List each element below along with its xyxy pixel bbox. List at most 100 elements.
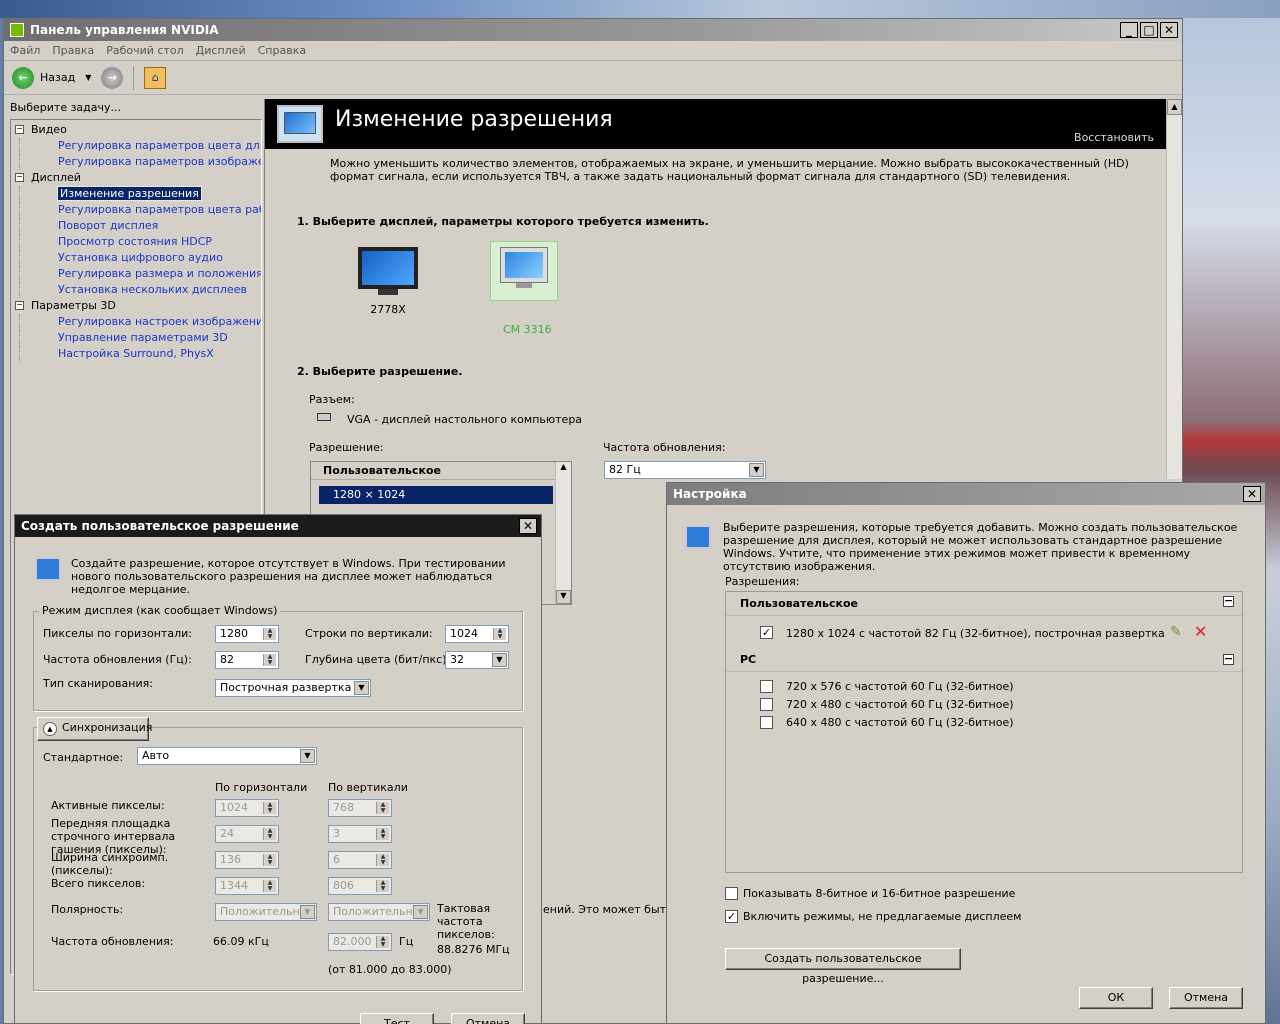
collapse-icon[interactable]: − [15, 301, 24, 310]
resolution-item-selected[interactable]: 1280 × 1024 [319, 486, 553, 504]
home-icon[interactable]: ⌂ [144, 66, 167, 89]
menu-help[interactable]: Справка [258, 44, 306, 57]
tree-item[interactable]: Регулировка параметров изображения д [19, 154, 261, 170]
timing-vertical-input[interactable]: 6 ▲ ▼ [328, 851, 392, 869]
spinner-icon[interactable]: ▲ ▼ [376, 854, 389, 866]
close-button[interactable]: ✕ [519, 518, 537, 534]
tree-item[interactable]: Настройка Surround, PhysX [19, 346, 261, 362]
minimize-button[interactable]: _ [1120, 22, 1138, 38]
tree-item[interactable]: Регулировка параметров цвета для вид [19, 138, 261, 154]
timing-horizontal-input[interactable]: 1024 ▲ ▼ [215, 799, 279, 817]
spinner-icon[interactable]: ▲ ▼ [263, 628, 276, 640]
color-depth-select[interactable]: 32 ▼ [445, 651, 509, 669]
pc-item-checkbox[interactable] [760, 680, 773, 693]
scan-type-select[interactable]: Построчная развертка ▼ [215, 679, 371, 697]
tree-item[interactable]: Управление параметрами 3D [19, 330, 261, 346]
menu-file[interactable]: Файл [10, 44, 40, 57]
enable-modes-checkbox[interactable]: ✓ [725, 910, 738, 923]
collapse-icon[interactable]: − [15, 173, 24, 182]
pc-item-checkbox[interactable] [760, 698, 773, 711]
tree-item[interactable]: Регулировка размера и положения рабо [19, 266, 261, 282]
timing-horizontal-input[interactable]: 136 ▲ ▼ [215, 851, 279, 869]
polarity-v-select[interactable]: Положительная ▼ [328, 903, 430, 921]
spinner-icon[interactable]: ▲ ▼ [376, 828, 389, 840]
tree-group[interactable]: − Параметры 3D [11, 298, 261, 314]
h-pixels-input[interactable]: 1280 ▲ ▼ [215, 625, 279, 643]
spinner-icon[interactable]: ▲ ▼ [263, 854, 276, 866]
freq-v-input[interactable]: 82.000 ▲ ▼ [328, 933, 392, 951]
timing-value: 1344 [220, 879, 248, 892]
close-button[interactable]: ✕ [1243, 486, 1261, 502]
standard-value: Авто [142, 749, 170, 762]
info-monitor-icon [685, 525, 711, 549]
tree-item[interactable]: Установка нескольких дисплеев [19, 282, 261, 298]
collapse-icon[interactable]: − [15, 125, 24, 134]
scrollbar-vertical[interactable]: ▲ [1166, 99, 1182, 479]
tree-item[interactable]: Установка цифрового аудио [19, 250, 261, 266]
tree-item[interactable]: Поворот дисплея [19, 218, 261, 234]
test-button[interactable]: Тест [360, 1013, 434, 1024]
maximize-button[interactable]: □ [1140, 22, 1158, 38]
forward-arrow-icon[interactable]: → [101, 66, 124, 89]
display-label-2778x: 2778X [370, 303, 406, 316]
show-8-16bit-checkbox[interactable] [725, 887, 738, 900]
tree-item[interactable]: Регулировка параметров цвета рабочег [19, 202, 261, 218]
spinner-icon[interactable]: ▲ ▼ [263, 828, 276, 840]
scan-type-label: Тип сканирования: [43, 677, 153, 690]
v-lines-input[interactable]: 1024 ▲ ▼ [445, 625, 509, 643]
delete-icon[interactable]: ✕ [1194, 622, 1207, 641]
ok-button[interactable]: ОК [1079, 987, 1153, 1009]
timing-vertical-input[interactable]: 768 ▲ ▼ [328, 799, 392, 817]
pc-item-checkbox[interactable] [760, 716, 773, 729]
collapse-icon[interactable]: − [1223, 595, 1234, 607]
tree-item[interactable]: Изменение разрешения [19, 186, 261, 202]
spinner-icon[interactable]: ▲ ▼ [263, 880, 276, 892]
timing-horizontal-input[interactable]: 1344 ▲ ▼ [215, 877, 279, 895]
tree-group[interactable]: − Дисплей [11, 170, 261, 186]
timing-value: 136 [220, 853, 241, 866]
pc-item-label: 640 x 480 с частотой 60 Гц (32-битное) [786, 716, 1014, 729]
cancel-button[interactable]: Отмена [1169, 987, 1243, 1009]
display-cm3316[interactable] [490, 241, 558, 301]
spinner-icon[interactable]: ▲ ▼ [493, 628, 506, 640]
polarity-h-select[interactable]: Положительная ▼ [215, 903, 317, 921]
refresh-rate-select[interactable]: 82 Гц ▼ [604, 461, 766, 479]
back-button-label[interactable]: Назад [40, 71, 75, 84]
spinner-icon[interactable]: ▲ ▼ [263, 654, 276, 666]
freq-v-value: 82.000 [333, 935, 372, 948]
spinner-icon[interactable]: ▲ ▼ [263, 802, 276, 814]
spinner-icon[interactable]: ▲ ▼ [376, 880, 389, 892]
collapse-icon[interactable]: − [1223, 653, 1234, 665]
create-custom-resolution-button[interactable]: Создать пользовательское разрешение... [725, 948, 961, 985]
cancel-button[interactable]: Отмена [451, 1013, 525, 1024]
custom-dialog-title: Создать пользовательское разрешение [21, 519, 299, 533]
edit-pencil-icon[interactable]: ✎ [1170, 624, 1182, 640]
menu-desktop[interactable]: Рабочий стол [106, 44, 183, 57]
col-horizontal-header: По горизонтали [215, 781, 308, 794]
back-arrow-icon[interactable]: ← [12, 66, 34, 89]
spinner-icon[interactable]: ▲ ▼ [376, 802, 389, 814]
close-button[interactable]: ✕ [1160, 22, 1178, 38]
pc-resolution-item: 720 x 576 с частотой 60 Гц (32-битное) [726, 678, 1242, 696]
chevron-down-icon: ▼ [749, 463, 764, 477]
standard-select[interactable]: Авто ▼ [137, 747, 317, 765]
restore-link[interactable]: Восстановить [1074, 131, 1154, 144]
resolution-list-header: Пользовательское [311, 462, 571, 480]
custom-item-checkbox[interactable]: ✓ [760, 626, 773, 639]
spinner-icon[interactable]: ▲ ▼ [376, 936, 389, 948]
sync-toggle-button[interactable]: ▲ Синхронизация [37, 717, 152, 741]
back-dropdown-icon[interactable]: ▼ [85, 73, 91, 82]
tree-item[interactable]: Регулировка настроек изображения с пр [19, 314, 261, 330]
page-description: Можно уменьшить количество элементов, от… [330, 157, 1129, 183]
display-2778x[interactable]: 2778X [353, 243, 423, 321]
timing-vertical-input[interactable]: 806 ▲ ▼ [328, 877, 392, 895]
menu-display[interactable]: Дисплей [196, 44, 246, 57]
timing-vertical-input[interactable]: 3 ▲ ▼ [328, 825, 392, 843]
tree-group[interactable]: − Видео [11, 122, 261, 138]
freq-label: Частота обновления: [51, 935, 174, 948]
menu-edit[interactable]: Правка [52, 44, 94, 57]
tree-item[interactable]: Просмотр состояния HDCP [19, 234, 261, 250]
timing-horizontal-input[interactable]: 24 ▲ ▼ [215, 825, 279, 843]
refresh-hz-input[interactable]: 82 ▲ ▼ [215, 651, 279, 669]
settings-dialog-title: Настройка [673, 487, 747, 501]
